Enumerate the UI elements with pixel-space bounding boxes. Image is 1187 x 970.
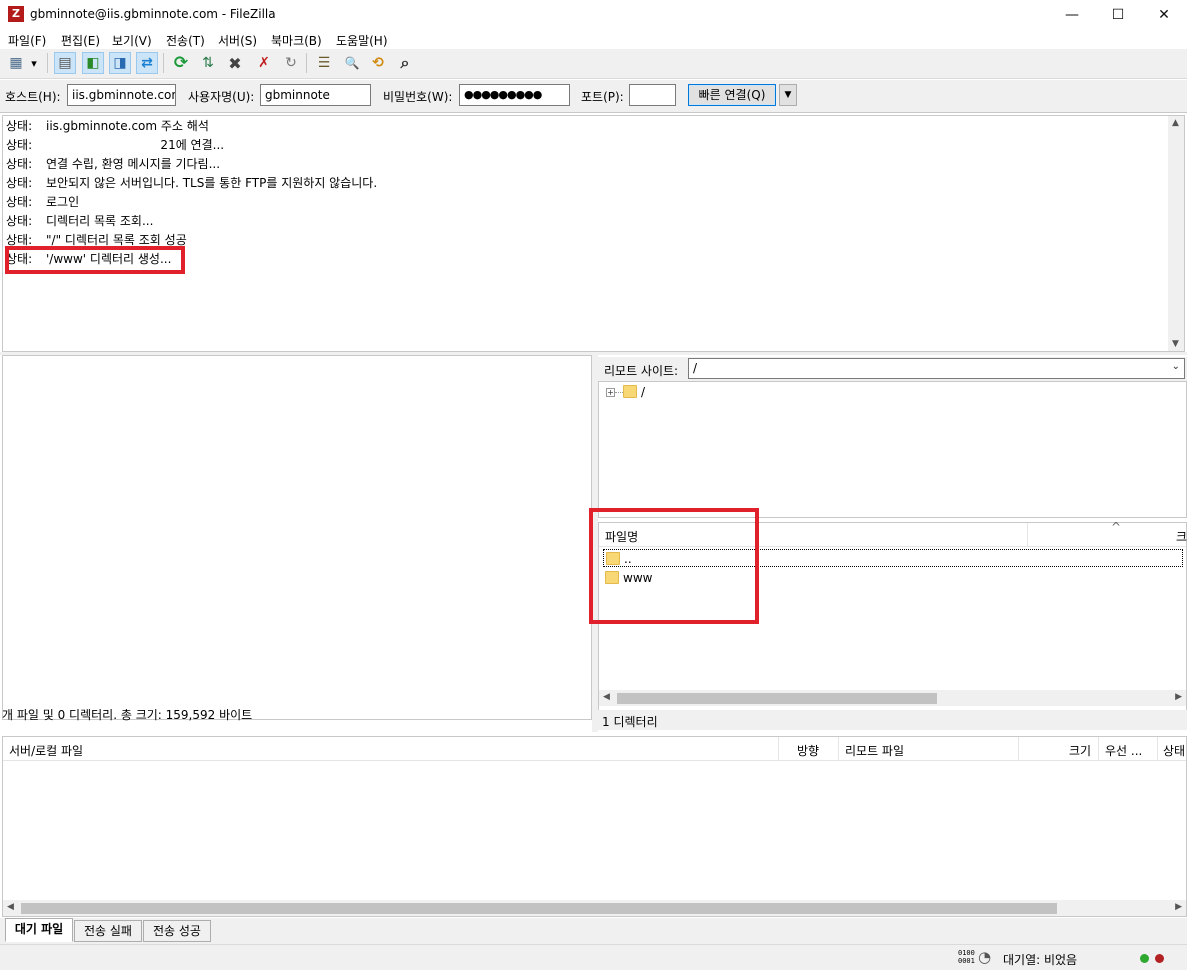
menu-edit[interactable]: 편집(E)	[61, 32, 100, 49]
menu-file[interactable]: 파일(F)	[8, 32, 46, 49]
quickconnect-button[interactable]: 빠른 연결(Q)	[688, 84, 776, 106]
log-line: 상태: 보안되지 않은 서버입니다. TLS를 통한 FTP를 지원하지 않습니다…	[6, 176, 378, 190]
chevron-down-icon[interactable]: ⌄	[1172, 361, 1180, 372]
main-toolbar: ▦ ▾ ▤ ◧ ◨ ⇄ ⟳ ⇅ ✖ ✗ ↻ ☰ 🔍 ⟲ ⌕	[0, 49, 1187, 79]
local-file-pane[interactable]	[2, 355, 592, 720]
username-input[interactable]: gbminnote	[260, 84, 371, 106]
close-button[interactable]: ✕	[1141, 0, 1187, 30]
local-status-text: 개 파일 및 0 디렉터리. 총 크기: 159,592 바이트	[2, 709, 253, 722]
log-line: 상태: 21에 연결...	[6, 138, 225, 152]
remote-status-text: 1 디렉터리	[598, 710, 1187, 730]
tree-root-label[interactable]: /	[641, 385, 645, 399]
quickconnect-history-dropdown[interactable]: ▼	[779, 84, 797, 106]
message-log[interactable]: 상태: iis.gbminnote.com 주소 해석 상태: 21에 연결...…	[2, 115, 1185, 352]
filezilla-app-icon: Z	[8, 6, 24, 22]
process-queue-icon[interactable]: ⇅	[197, 52, 219, 74]
queue-horizontal-scrollbar[interactable]: ◀ ▶	[3, 900, 1186, 916]
column-priority[interactable]: 우선 ...	[1105, 742, 1142, 759]
reconnect-icon[interactable]: ↻	[280, 52, 302, 74]
password-input[interactable]: ●●●●●●●●●	[459, 84, 570, 106]
menu-bookmarks[interactable]: 북마크(B)	[271, 32, 322, 49]
queue-status-text: 대기열: 비었음	[1003, 953, 1078, 967]
menu-view[interactable]: 보기(V)	[112, 32, 152, 49]
disconnect-icon[interactable]: ✗	[253, 52, 275, 74]
expand-icon[interactable]: +	[606, 388, 615, 397]
host-label: 호스트(H):	[5, 90, 61, 104]
refresh-icon[interactable]: ⟳	[170, 52, 192, 74]
directory-comparison-icon[interactable]: 🔍	[341, 52, 363, 74]
sync-browsing-icon[interactable]: ⟲	[367, 52, 389, 74]
log-line: 상태: 연결 수립, 환영 메시지를 기다림...	[6, 157, 221, 171]
toggle-local-tree-icon[interactable]: ◧	[82, 52, 104, 74]
port-input[interactable]	[629, 84, 676, 106]
column-direction[interactable]: 방향	[797, 742, 819, 759]
password-label: 비밀번호(W):	[383, 90, 453, 104]
column-filesize[interactable]: 크	[1176, 528, 1187, 545]
menu-bar: 파일(F) 편집(E) 보기(V) 전송(T) 서버(S) 북마크(B) 도움말…	[0, 30, 1187, 49]
remote-site-bar: 리모트 사이트: / ⌄	[598, 357, 1187, 381]
queue-header: 서버/로컬 파일 방향 리모트 파일 크기 우선 ... 상태	[3, 737, 1186, 761]
log-line: 상태: iis.gbminnote.com 주소 해석	[6, 119, 209, 133]
remote-directory-tree[interactable]: + /	[598, 381, 1187, 518]
menu-server[interactable]: 서버(S)	[218, 32, 257, 49]
send-led-icon	[1155, 954, 1164, 963]
toggle-transfer-queue-icon[interactable]: ⇄	[136, 52, 158, 74]
host-input[interactable]: iis.gbminnote.com	[67, 84, 176, 106]
toggle-remote-tree-icon[interactable]: ◨	[109, 52, 131, 74]
toggle-message-log-icon[interactable]: ▤	[54, 52, 76, 74]
column-remote-file[interactable]: 리모트 파일	[845, 742, 904, 759]
menu-transfer[interactable]: 전송(T)	[166, 32, 205, 49]
receive-led-icon	[1140, 954, 1149, 963]
column-local-file[interactable]: 서버/로컬 파일	[9, 742, 83, 759]
remote-path-input[interactable]: / ⌄	[688, 358, 1185, 379]
menu-help[interactable]: 도움말(H)	[336, 32, 388, 49]
log-line: 상태: 디렉터리 목록 조회...	[6, 214, 154, 228]
cancel-operation-icon[interactable]: ✖	[224, 52, 246, 74]
tab-failed-transfers[interactable]: 전송 실패	[74, 920, 142, 942]
title-bar: Z gbminnote@iis.gbminnote.com - FileZill…	[0, 0, 1187, 30]
log-line: 상태: 로그인	[6, 195, 80, 209]
annotation-highlight-remote-list	[589, 508, 759, 624]
column-size[interactable]: 크기	[1069, 742, 1091, 759]
folder-icon	[623, 385, 637, 398]
tab-queued-files[interactable]: 대기 파일	[5, 918, 73, 942]
remote-site-label: 리모트 사이트:	[604, 364, 679, 378]
window-title: gbminnote@iis.gbminnote.com - FileZilla	[30, 7, 276, 21]
maximize-button[interactable]: ☐	[1095, 0, 1141, 30]
search-files-icon[interactable]: ⌕	[394, 52, 416, 74]
transfer-queue[interactable]: 서버/로컬 파일 방향 리모트 파일 크기 우선 ... 상태 ◀ ▶	[2, 736, 1187, 917]
remote-list-horizontal-scrollbar[interactable]: ◀ ▶	[599, 690, 1186, 706]
minimize-button[interactable]: —	[1049, 0, 1095, 30]
queue-tabs: 대기 파일 전송 실패 전송 성공	[0, 918, 1187, 944]
status-bar: 0100 0001 ◔ 대기열: 비었음	[0, 944, 1187, 970]
site-manager-dropdown-icon[interactable]: ▾	[27, 52, 41, 74]
tab-successful-transfers[interactable]: 전송 성공	[143, 920, 211, 942]
username-label: 사용자명(U):	[188, 90, 255, 104]
directory-filter-icon[interactable]: ☰	[313, 52, 335, 74]
binary-mode-icon[interactable]: 0100 0001	[958, 949, 975, 965]
quickconnect-bar: 호스트(H): iis.gbminnote.com 사용자명(U): gbmin…	[0, 80, 1187, 113]
speed-limit-icon[interactable]: ◔	[978, 948, 991, 966]
remote-path-value: /	[693, 361, 698, 375]
sort-ascending-icon: ^	[1111, 520, 1122, 534]
site-manager-icon[interactable]: ▦	[5, 52, 27, 74]
log-vertical-scrollbar[interactable]: ▲ ▼	[1168, 116, 1184, 351]
annotation-highlight-log-line	[5, 246, 185, 274]
column-status[interactable]: 상태	[1163, 742, 1185, 759]
port-label: 포트(P):	[581, 90, 624, 104]
